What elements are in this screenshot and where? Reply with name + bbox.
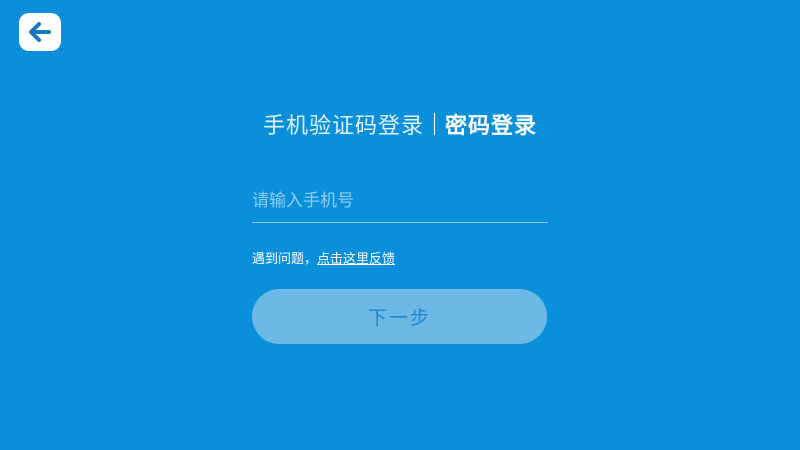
help-line: 遇到问题，点击这里反馈 bbox=[252, 248, 395, 267]
back-button[interactable] bbox=[19, 13, 61, 51]
phone-input[interactable] bbox=[252, 180, 548, 223]
next-button[interactable]: 下一步 bbox=[252, 289, 547, 344]
feedback-link[interactable]: 点击这里反馈 bbox=[317, 252, 395, 267]
tab-divider bbox=[434, 113, 435, 135]
tab-password-login[interactable]: 密码登录 bbox=[445, 108, 537, 140]
tab-sms-login[interactable]: 手机验证码登录 bbox=[263, 108, 424, 140]
help-prefix: 遇到问题， bbox=[252, 252, 318, 267]
login-tabs: 手机验证码登录 密码登录 bbox=[0, 108, 800, 140]
arrow-left-icon bbox=[29, 22, 51, 42]
